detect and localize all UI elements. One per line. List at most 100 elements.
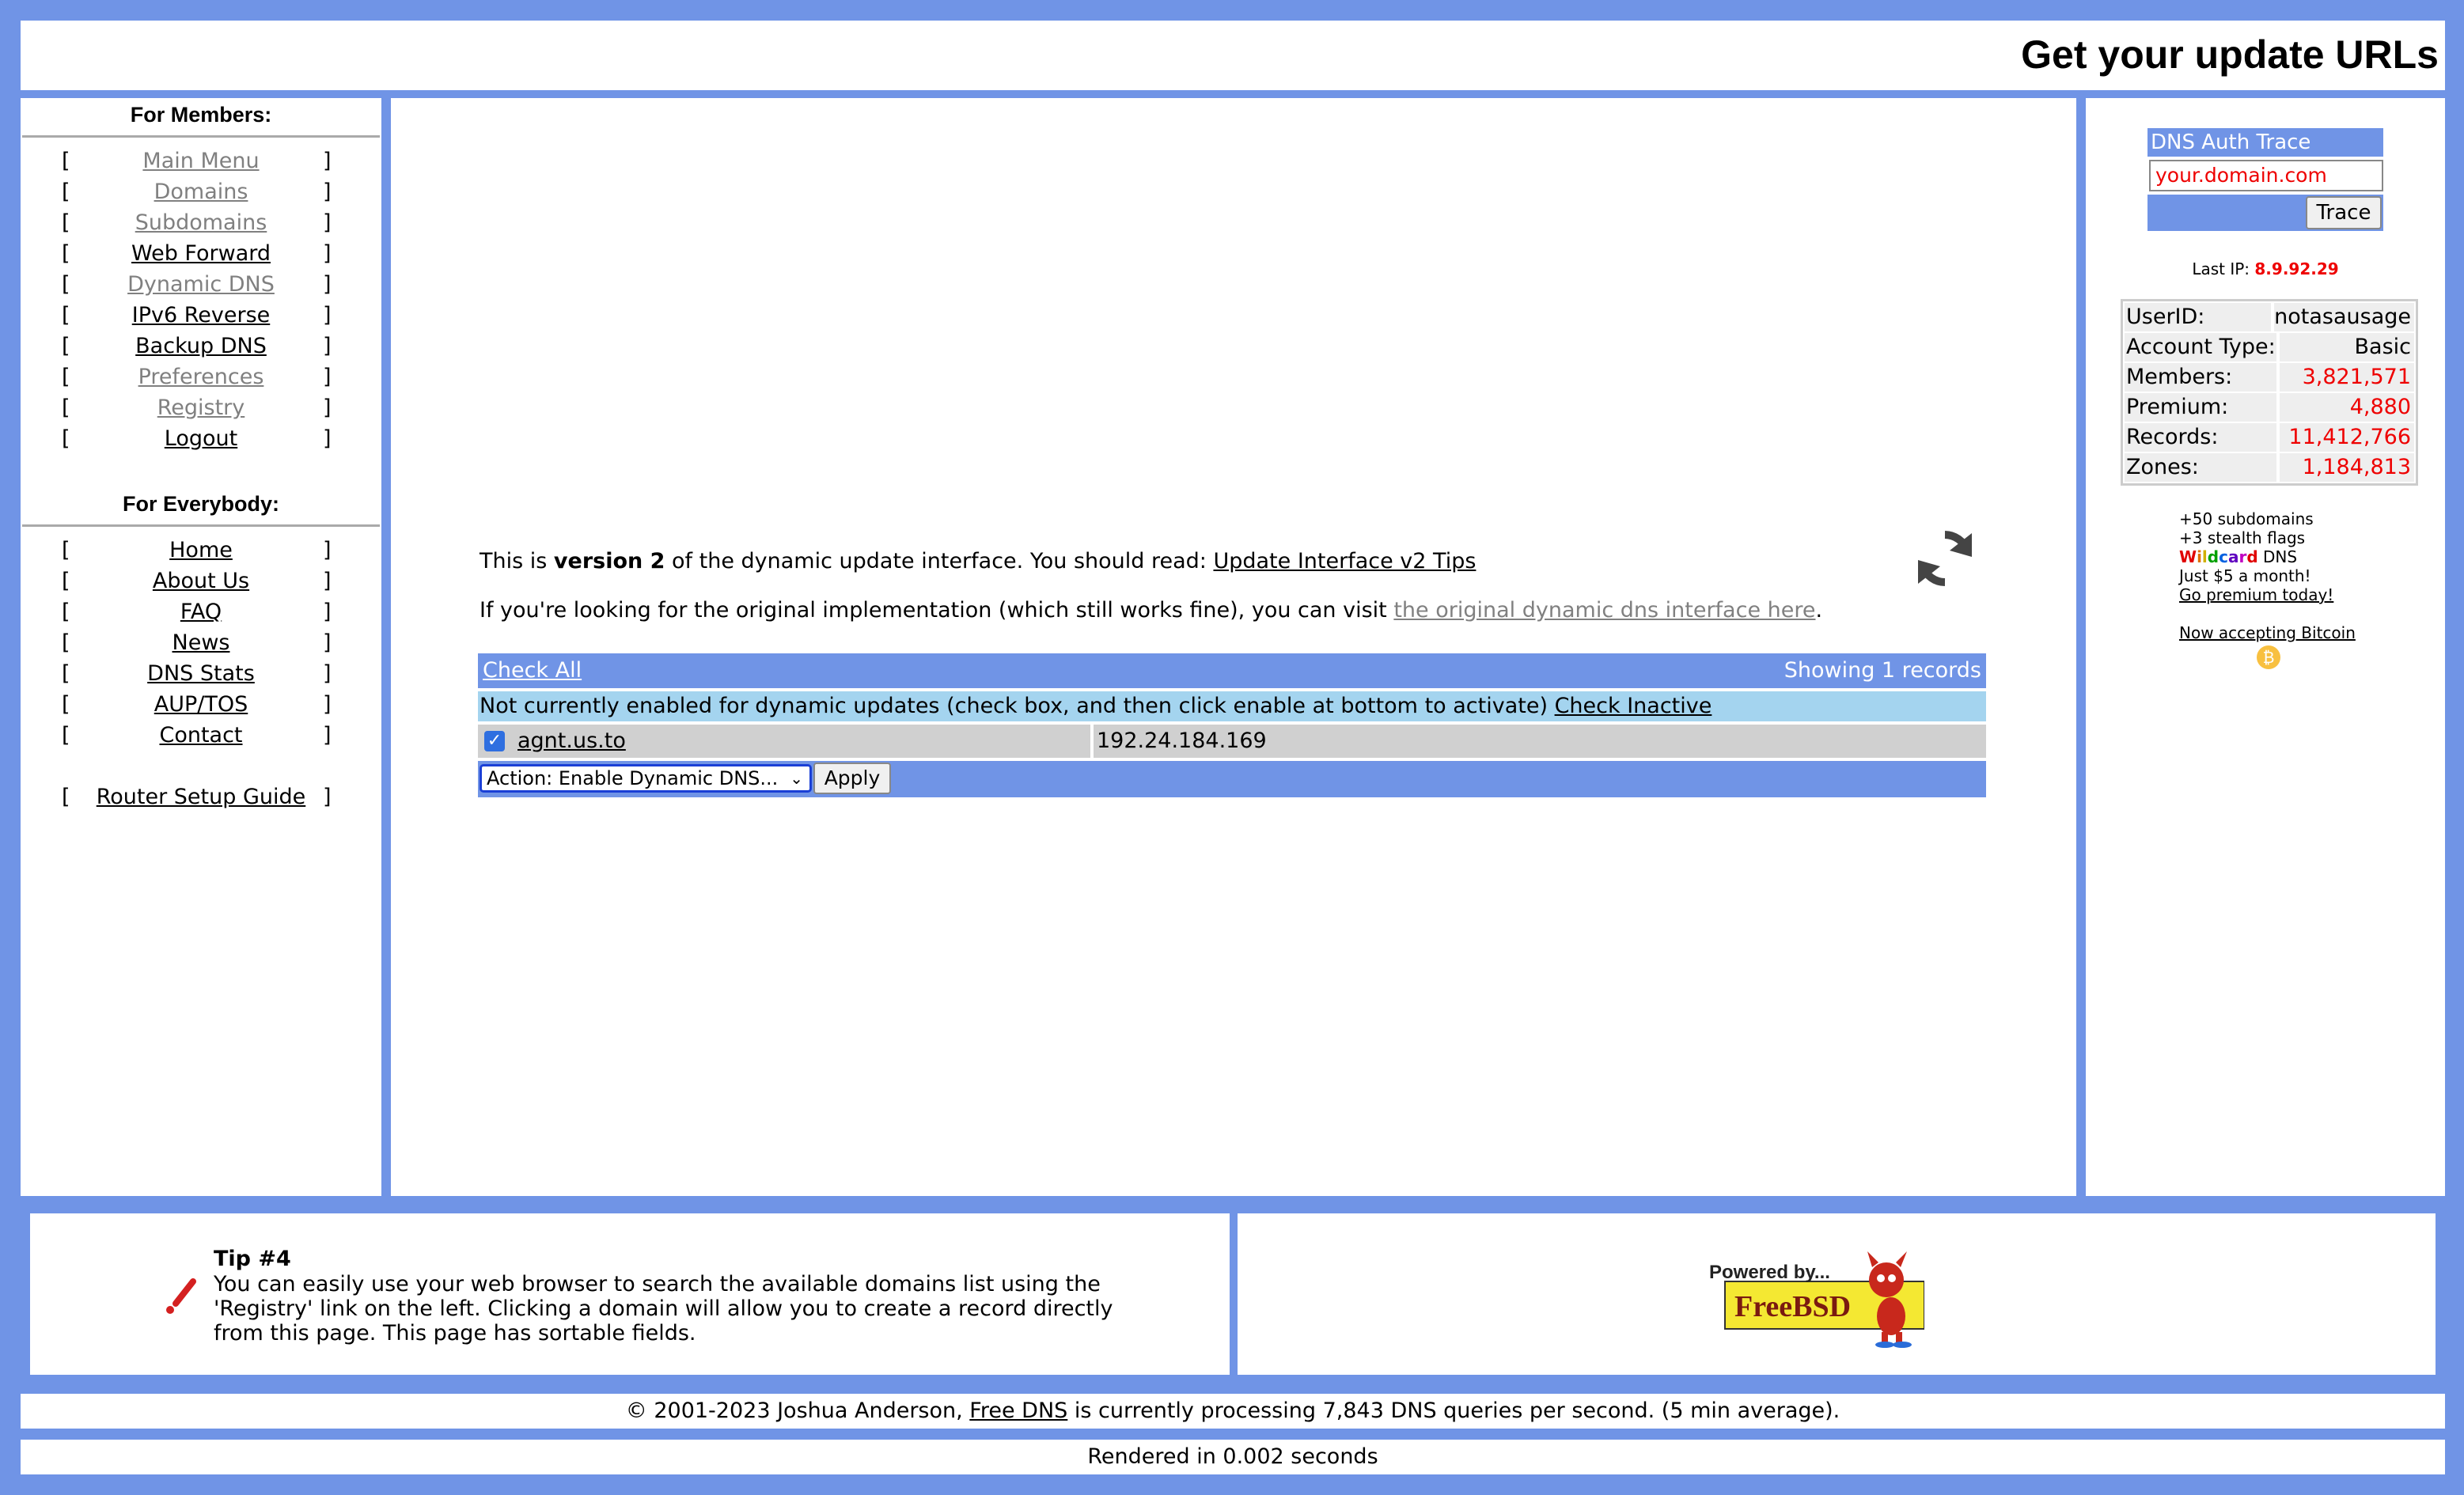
bracket-right: ] (323, 661, 332, 686)
everybody-heading: For Everybody: (122, 492, 280, 516)
stat-label: Members: (2125, 363, 2276, 392)
tip-text: You can easily use your web browser to s… (214, 1272, 1113, 1346)
nav-item-faq: [FAQ] (21, 600, 381, 630)
bracket-right: ] (323, 630, 332, 655)
nav-item-dynamic-dns: [Dynamic DNS] (21, 272, 381, 303)
update-tips-link[interactable]: Update Interface v2 Tips (1213, 549, 1476, 573)
wildcard-letter: r (2238, 547, 2247, 566)
nav-item-web-forward: [Web Forward] (21, 241, 381, 272)
bracket-right: ] (323, 426, 332, 451)
bracket-right: ] (323, 569, 332, 593)
members-heading: For Members: (130, 103, 272, 127)
stat-row-account-type: Account Type: Basic (2125, 333, 2414, 361)
promo-stealth: +3 stealth flags (2179, 528, 2306, 547)
nav-item-main-menu: [Main Menu] (21, 149, 381, 180)
nav-item-domains: [Domains] (21, 180, 381, 210)
main-content: This is version 2 of the dynamic update … (391, 98, 2076, 1196)
stat-value: 11,412,766 (2280, 423, 2414, 452)
stat-value: Basic (2280, 333, 2414, 361)
page-title: Get your update URLs (2021, 32, 2439, 77)
nav-item-registry: [Registry] (21, 396, 381, 426)
trace-domain-input[interactable]: your.domain.com (2149, 160, 2383, 191)
action-select[interactable]: Action: Enable Dynamic DNS... ⌄ (480, 764, 812, 793)
refresh-icon[interactable] (1913, 527, 1977, 590)
bracket-right: ] (323, 396, 332, 420)
nav-item-router-setup-guide: [ Router Setup Guide ] (21, 785, 381, 816)
host-link[interactable]: agnt.us.to (517, 725, 626, 758)
stat-value: 3,821,571 (2280, 363, 2414, 392)
nav-item-logout: [Logout] (21, 426, 381, 457)
original-interface-link[interactable]: the original dynamic dns interface here (1393, 598, 1815, 623)
footer: © 2001-2023 Joshua Anderson, Free DNS is… (21, 1394, 2445, 1429)
promo-subdomains: +50 subdomains (2179, 509, 2314, 528)
inactive-notice: Not currently enabled for dynamic update… (478, 691, 1986, 721)
freebsd-text: FreeBSD (1734, 1290, 1851, 1323)
wildcard-letter: c (2219, 547, 2228, 566)
premium-promo: +50 subdomains +3 stealth flags Wildcard… (2179, 509, 2356, 642)
nav-item-about-us: [About Us] (21, 569, 381, 600)
bracket-right: ] (323, 723, 332, 748)
nav-item-contact: [Contact] (21, 723, 381, 754)
check-all-link[interactable]: Check All (483, 658, 582, 683)
intro-suffix: of the dynamic update interface. You sho… (665, 549, 1214, 573)
notice-text: Not currently enabled for dynamic update… (480, 694, 1555, 718)
original-interface-note: If you're looking for the original imple… (480, 598, 1822, 623)
freebsd-logo[interactable]: Powered by... FreeBSD (1708, 1250, 1924, 1348)
last-ip: Last IP: 8.9.92.29 (2086, 259, 2445, 278)
bracket-right: ] (323, 692, 332, 717)
wildcard-suffix: DNS (2257, 547, 2298, 566)
bracket-right: ] (323, 241, 332, 266)
divider (22, 135, 380, 138)
stat-value: notasausage (2274, 303, 2414, 331)
wildcard-letter: W (2179, 547, 2197, 566)
version-intro: This is version 2 of the dynamic update … (480, 549, 1476, 573)
wildcard-letter: l (2201, 547, 2208, 566)
bracket-right: ] (323, 334, 332, 358)
wildcard-letter: d (2207, 547, 2219, 566)
promo-wildcard: Wildcard DNS (2179, 547, 2356, 566)
bracket-right: ] (323, 303, 332, 327)
bitcoin-icon: ₿ (2257, 645, 2280, 669)
stat-value: 4,880 (2280, 393, 2414, 422)
table-row: ✓ agnt.us.to 192.24.184.169 (478, 725, 1986, 758)
stat-label: Account Type: (2125, 333, 2276, 361)
wildcard-word: Wildcard (2179, 547, 2258, 566)
free-dns-link[interactable]: Free DNS (969, 1398, 1067, 1423)
table-header: Check All Showing 1 records (478, 653, 1986, 688)
apply-button[interactable]: Apply (813, 763, 891, 794)
nav-item-home: [Home] (21, 538, 381, 569)
stat-row-premium: Premium: 4,880 (2125, 393, 2414, 422)
nav-item-news: [News] (21, 630, 381, 661)
host-cell: ✓ agnt.us.to (478, 725, 1090, 758)
left-navigation: For Members: [Main Menu][Domains][Subdom… (21, 98, 381, 1196)
trace-button[interactable]: Trace (2306, 196, 2382, 229)
everybody-nav-list: [Home][About Us][FAQ][News][DNS Stats][A… (21, 538, 381, 754)
stat-row-records: Records: 11,412,766 (2125, 423, 2414, 452)
stat-row-zones: Zones: 1,184,813 (2125, 453, 2414, 482)
bracket-right: ] (323, 785, 332, 809)
go-premium-link[interactable]: Go premium today! (2179, 585, 2333, 604)
right-sidebar: DNS Auth Trace your.domain.com Trace Las… (2086, 98, 2445, 1196)
powered-by-panel: Powered by... FreeBSD (1238, 1213, 2436, 1375)
powered-by-text: Powered by... (1709, 1262, 1830, 1283)
bracket-right: ] (323, 210, 332, 235)
tip-title: Tip #4 (214, 1247, 291, 1271)
promo-price: Just $5 a month! (2179, 566, 2311, 585)
ip-cell: 192.24.184.169 (1094, 725, 1986, 758)
trace-title: DNS Auth Trace (2147, 128, 2383, 157)
dns-auth-trace: DNS Auth Trace your.domain.com Trace (2147, 128, 2383, 231)
bitcoin-link[interactable]: Now accepting Bitcoin (2179, 623, 2356, 642)
bracket-right: ] (323, 600, 332, 624)
stat-label: UserID: (2125, 303, 2272, 331)
wildcard-letter: i (2197, 547, 2202, 566)
bracket-right: ] (323, 538, 332, 562)
record-checkbox[interactable]: ✓ (484, 731, 505, 751)
chevron-down-icon: ⌄ (790, 769, 803, 788)
stat-value: 1,184,813 (2280, 453, 2414, 482)
tip-panel: Tip #4 You can easily use your web brows… (30, 1213, 1230, 1375)
last-ip-label: Last IP: (2192, 259, 2255, 278)
records-count: Showing 1 records (1784, 658, 1981, 683)
nav-item-backup-dns: [Backup DNS] (21, 334, 381, 365)
check-inactive-link[interactable]: Check Inactive (1555, 694, 1712, 718)
bracket-right: ] (323, 149, 332, 173)
